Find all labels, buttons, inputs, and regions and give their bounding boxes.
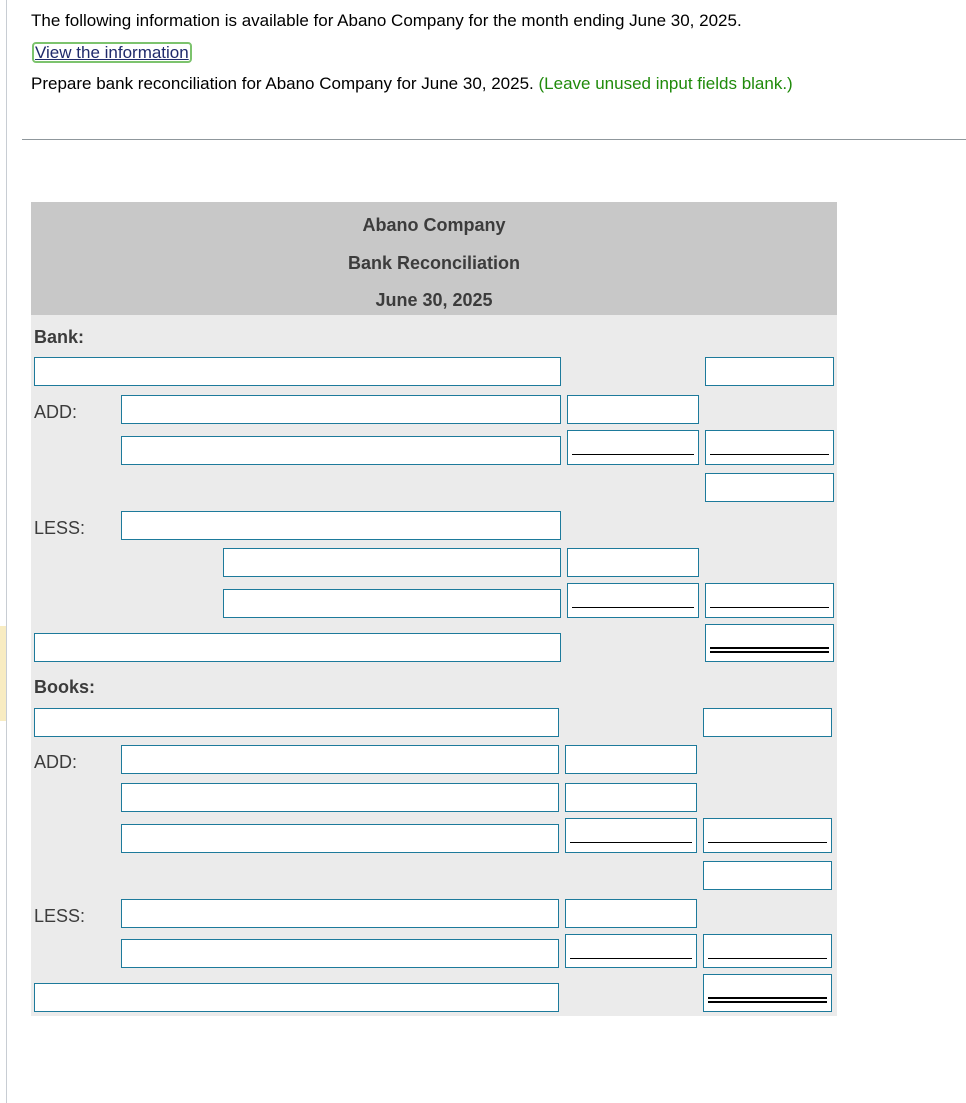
bank-add-description-input-1[interactable]: [121, 395, 561, 424]
bank-less-amount-input-1[interactable]: [567, 548, 699, 577]
statement-title: Bank Reconciliation: [347, 253, 521, 273]
books-add-label: ADD:: [34, 752, 78, 772]
books-add-description-input-3[interactable]: [121, 824, 559, 853]
bank-add-description-input-2[interactable]: [121, 436, 561, 465]
bank-add-amount-input-2[interactable]: [567, 430, 699, 465]
bank-less-amount-input-2[interactable]: [567, 583, 699, 618]
books-adjusted-balance-amount-input[interactable]: [703, 974, 832, 1012]
task-text: Prepare bank reconciliation for Abano Co…: [31, 74, 793, 94]
books-balance-amount-input[interactable]: [703, 708, 832, 737]
bank-less-description-input-1[interactable]: [121, 511, 561, 540]
bank-less-description-input-2[interactable]: [223, 548, 561, 577]
intro-text: The following information is available f…: [31, 11, 742, 30]
bank-section-label: Bank:: [34, 327, 85, 347]
books-add-total-input[interactable]: [703, 818, 832, 853]
left-border-rule: [6, 0, 7, 1103]
books-add-amount-input-3[interactable]: [565, 818, 697, 853]
books-add-amount-input-1[interactable]: [565, 745, 697, 774]
bank-balance-amount-input[interactable]: [705, 357, 834, 386]
divider: [22, 139, 966, 140]
bank-add-amount-input-1[interactable]: [567, 395, 699, 424]
hint-text: (Leave unused input fields blank.): [538, 74, 793, 93]
books-less-amount-input-2[interactable]: [565, 934, 697, 968]
books-add-description-input-1[interactable]: [121, 745, 559, 774]
bank-balance-description-input[interactable]: [34, 357, 561, 386]
bank-adjusted-balance-amount-input[interactable]: [705, 624, 834, 662]
books-less-description-input-2[interactable]: [121, 939, 559, 968]
bank-less-label: LESS:: [34, 518, 86, 538]
company-name: Abano Company: [362, 215, 506, 235]
reconciliation-header: Abano Company Bank Reconciliation June 3…: [31, 202, 837, 315]
books-add-description-input-2[interactable]: [121, 783, 559, 812]
view-information-link[interactable]: View the information: [35, 43, 189, 62]
task-instruction: Prepare bank reconciliation for Abano Co…: [31, 74, 534, 93]
books-section-label: Books:: [34, 677, 96, 697]
books-less-total-input[interactable]: [703, 934, 832, 968]
books-less-description-input-1[interactable]: [121, 899, 559, 928]
books-adjusted-balance-label-input[interactable]: [34, 983, 559, 1012]
bank-adjusted-balance-label-input[interactable]: [34, 633, 561, 662]
books-subtotal-input[interactable]: [703, 861, 832, 890]
bank-add-total-input[interactable]: [705, 430, 834, 465]
bank-add-label: ADD:: [34, 402, 78, 422]
left-margin-marker: [0, 626, 6, 721]
bank-less-total-input[interactable]: [705, 583, 834, 618]
statement-date: June 30, 2025: [375, 290, 493, 310]
view-information-link-focus[interactable]: View the information: [32, 42, 192, 63]
bank-subtotal-input[interactable]: [705, 473, 834, 502]
bank-less-description-input-3[interactable]: [223, 589, 561, 618]
books-less-amount-input-1[interactable]: [565, 899, 697, 928]
books-balance-description-input[interactable]: [34, 708, 559, 737]
books-add-amount-input-2[interactable]: [565, 783, 697, 812]
books-less-label: LESS:: [34, 906, 86, 926]
